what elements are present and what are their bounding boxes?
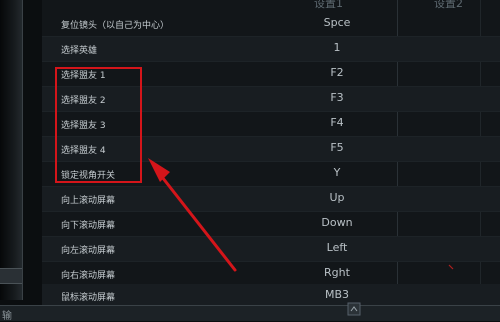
expand-icon[interactable] — [347, 302, 361, 316]
hotkey-binding-button[interactable]: Left — [282, 241, 392, 254]
header-setting-2: 设置2 — [434, 0, 463, 10]
hotkey-binding-button[interactable]: Up — [282, 191, 392, 204]
hotkey-label: 选择英雄 — [61, 46, 98, 56]
hotkey-row-scroll-down[interactable]: 向下滚动屏幕 Down — [42, 212, 500, 237]
hotkey-binding-button[interactable]: F3 — [282, 91, 392, 104]
header-setting-1: 设置1 — [314, 0, 343, 10]
hotkey-label: 复位镜头（以自己为中心） — [61, 21, 170, 31]
hotkey-row-scroll-left[interactable]: 向左滚动屏幕 Left — [42, 237, 500, 262]
column-header: 设置1 设置2 — [42, 0, 500, 10]
hotkey-row-scroll-up[interactable]: 向上滚动屏幕 Up — [42, 187, 500, 212]
hotkey-binding-button[interactable]: Y — [282, 166, 392, 179]
hotkey-binding-button[interactable]: MB3 — [282, 288, 392, 301]
hotkey-row-select-hero[interactable]: 选择英雄 1 — [42, 37, 500, 62]
left-frame-cap — [0, 268, 22, 284]
hotkey-binding-button[interactable]: 1 — [282, 41, 392, 54]
hotkey-label: 向右滚动屏幕 — [61, 271, 116, 281]
hotkey-label: 向下滚动屏幕 — [61, 221, 116, 231]
hotkey-binding-button[interactable]: F5 — [282, 141, 392, 154]
annotation-highlight-box — [55, 67, 142, 183]
hotkey-label: 向左滚动屏幕 — [61, 246, 116, 256]
hotkey-label: 向上滚动屏幕 — [61, 196, 116, 206]
hotkey-binding-button[interactable]: F2 — [282, 66, 392, 79]
tick-mark-icon — [448, 264, 454, 270]
hotkey-row-reset-camera[interactable]: 复位镜头（以自己为中心） Spce — [42, 12, 500, 37]
hotkey-binding-button[interactable]: Rght — [282, 266, 392, 279]
hotkey-binding-button[interactable]: F4 — [282, 116, 392, 129]
hotkey-label: 鼠标滚动屏幕 — [61, 293, 116, 303]
hotkey-binding-button[interactable]: Down — [282, 216, 392, 229]
left-frame-border — [0, 0, 23, 300]
hotkey-binding-button[interactable]: Spce — [282, 16, 392, 29]
bottom-bar: 输 — [0, 305, 500, 322]
